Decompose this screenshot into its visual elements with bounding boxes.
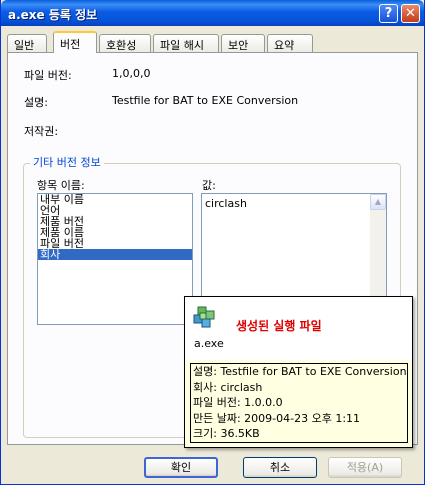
tooltip-file-name: a.exe [194,337,224,350]
copyright-label: 저작권: [24,125,59,138]
item-name-label: 항목 이름: [37,179,85,192]
tooltip-line: 설명: Testfile for BAT to EXE Conversion [193,365,407,378]
tab-version[interactable]: 버전 [53,31,97,53]
item-name-list[interactable]: 내부 이름 언어 제품 버전 제품 이름 파일 버전 회사 [37,193,193,325]
tab-compatibility[interactable]: 호환성 [99,34,151,52]
list-item[interactable]: 내부 이름 [38,194,192,205]
help-button[interactable]: ? [379,4,398,23]
cancel-button[interactable]: 취소 [243,457,317,478]
list-item-selected[interactable]: 회사 [38,249,192,260]
file-tooltip: 생성된 실행 파일 a.exe 설명: Testfile for BAT to … [184,296,413,448]
tooltip-details: 설명: Testfile for BAT to EXE Conversion 회… [190,363,408,443]
close-button[interactable]: ✕ [401,4,420,23]
window-title: a.exe 등록 정보 [8,8,98,22]
tooltip-title: 생성된 실행 파일 [236,319,322,333]
scroll-up-arrow-icon[interactable]: ▲ [370,194,386,210]
list-item[interactable]: 파일 버전 [38,238,192,249]
tooltip-header: 생성된 실행 파일 a.exe [185,297,412,360]
tooltip-line: 회사: circlash [193,380,263,394]
properties-dialog: a.exe 등록 정보 ? ✕ 일반 버전 호환성 파일 해시 보안 요약 파일… [0,0,425,485]
executable-icon [193,306,215,328]
tab-security[interactable]: 보안 [221,34,265,52]
tooltip-line: 만든 날짜: 2009-04-23 오후 1:11 [193,411,361,425]
tooltip-line: 크기: 36.5KB [193,427,260,440]
description-value: Testfile for BAT to EXE Conversion [112,94,299,107]
tab-summary[interactable]: 요약 [267,34,313,52]
title-bar[interactable]: a.exe 등록 정보 ? ✕ [1,0,424,26]
ok-button[interactable]: 확인 [144,457,218,478]
description-label: 설명: [24,96,48,109]
value-text: circlash [205,197,247,210]
file-version-label: 파일 버전: [24,69,72,82]
file-version-value: 1,0,0,0 [112,67,151,80]
value-label: 값: [202,179,216,192]
apply-button[interactable]: 적용(A) [328,457,402,478]
tab-general[interactable]: 일반 [7,34,47,52]
other-version-info-title: 기타 버전 정보 [30,154,104,170]
tab-file-hash[interactable]: 파일 해시 [153,34,219,52]
tooltip-line: 파일 버전: 1.0.0.0 [193,396,283,409]
